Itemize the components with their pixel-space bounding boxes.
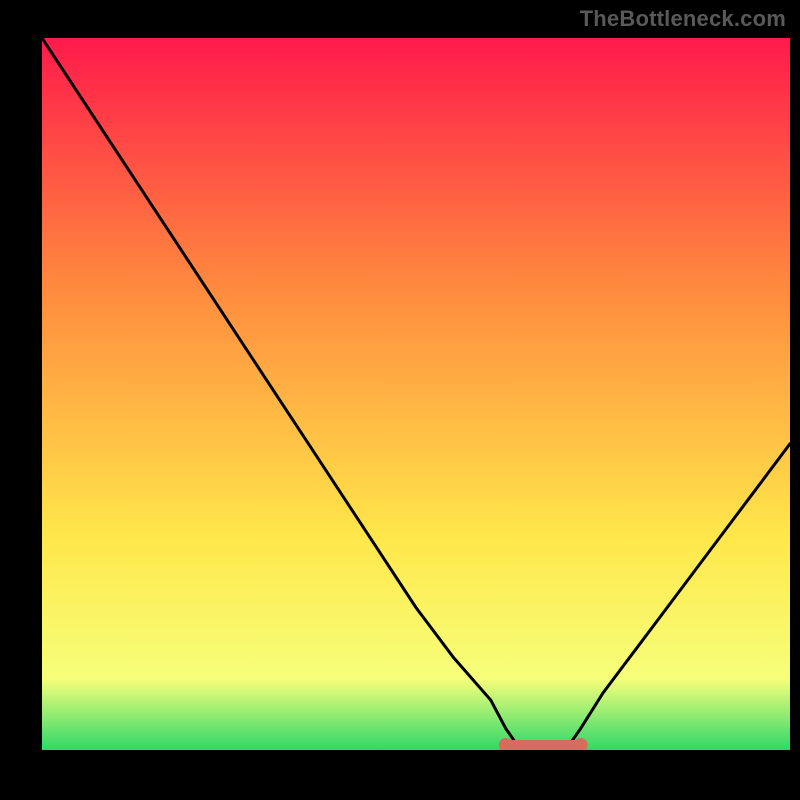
- gradient-background: [42, 38, 790, 750]
- chart-frame: TheBottleneck.com: [0, 0, 800, 800]
- chart-svg: [42, 38, 790, 750]
- watermark-text: TheBottleneck.com: [580, 6, 786, 32]
- plot-area: [42, 38, 790, 750]
